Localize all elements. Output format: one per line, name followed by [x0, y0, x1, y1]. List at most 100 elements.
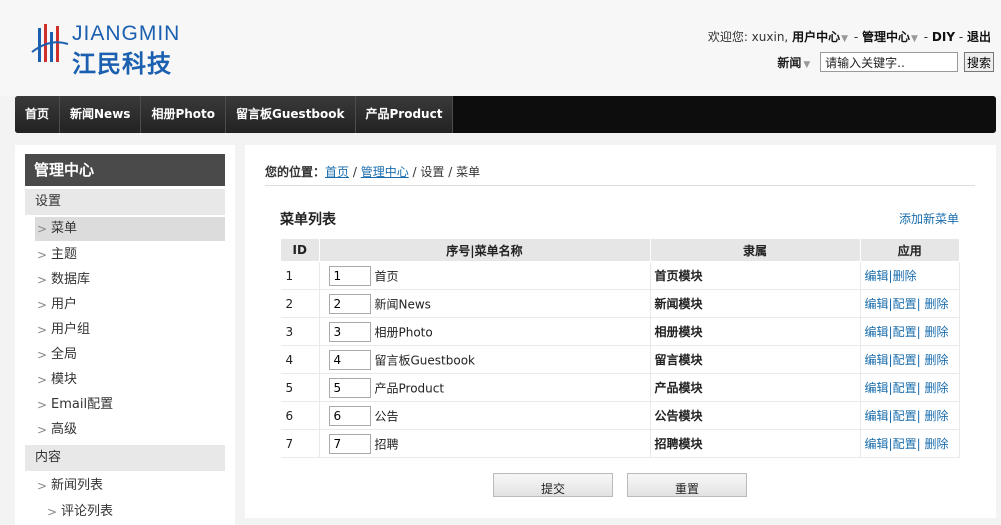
nav-item-photo[interactable]: 相册Photo: [141, 96, 227, 133]
order-input[interactable]: [328, 377, 371, 398]
nav-item-product[interactable]: 产品Product: [355, 96, 454, 133]
reset-button[interactable]: 重置: [627, 473, 747, 497]
row-id: 2: [280, 289, 320, 318]
breadcrumb: 您的位置：首页 / 管理中心 / 设置 / 菜单: [265, 163, 975, 186]
table-row: 1 首页 首页模块 编辑|删除: [280, 261, 960, 290]
sidebar-item-label: 模块: [51, 372, 78, 387]
sidebar-section-settings[interactable]: 设置: [25, 189, 225, 215]
logout-link[interactable]: 退出: [967, 30, 991, 44]
sidebar-item-theme[interactable]: > 主题: [35, 243, 225, 267]
chevron-right-icon: >: [37, 373, 48, 387]
edit-link[interactable]: 编辑: [865, 269, 889, 283]
chevron-right-icon: >: [37, 222, 48, 236]
order-input[interactable]: [328, 265, 371, 286]
manage-center-link[interactable]: 管理中心: [862, 30, 910, 44]
config-link[interactable]: 配置: [893, 437, 917, 451]
sidebar-item-menu[interactable]: > 菜单: [35, 217, 225, 241]
delete-link[interactable]: 删除: [924, 381, 948, 395]
breadcrumb-current: 菜单: [456, 165, 481, 179]
chevron-right-icon: >: [37, 479, 48, 493]
panel-title: 菜单列表: [280, 212, 336, 228]
breadcrumb-label: 您的位置：: [265, 165, 326, 179]
col-header-order-name: 序号|菜单名称: [318, 238, 651, 262]
sidebar-item-modules[interactable]: > 模块: [35, 368, 225, 392]
nav-item-guestbook[interactable]: 留言板Guestbook: [226, 96, 356, 133]
edit-link[interactable]: 编辑: [865, 297, 889, 311]
edit-link[interactable]: 编辑: [865, 325, 889, 339]
submit-button[interactable]: 提交: [493, 473, 613, 497]
row-id: 1: [280, 261, 320, 290]
delete-link[interactable]: 删除: [924, 353, 948, 367]
order-input[interactable]: [328, 433, 371, 454]
chevron-right-icon: >: [37, 348, 48, 362]
chevron-down-icon[interactable]: ▼: [911, 34, 918, 44]
sidebar-item-label: 菜单: [51, 221, 78, 236]
sidebar-item-news-list[interactable]: > 新闻列表: [35, 474, 225, 498]
sidebar-item-label: 新闻列表: [51, 478, 104, 493]
chevron-right-icon: >: [37, 273, 48, 287]
main-content: 您的位置：首页 / 管理中心 / 设置 / 菜单 菜单列表 添加新菜单 ID 序…: [245, 145, 996, 518]
config-link[interactable]: 配置: [893, 409, 917, 423]
edit-link[interactable]: 编辑: [865, 381, 889, 395]
chevron-right-icon: >: [37, 298, 48, 312]
sidebar-item-advanced[interactable]: > 高级: [35, 418, 225, 442]
config-link[interactable]: 配置: [893, 297, 917, 311]
nav-item-news[interactable]: 新闻News: [60, 96, 142, 133]
diy-link[interactable]: DIY: [932, 30, 955, 44]
logo-bars-icon: [31, 24, 69, 62]
search-input[interactable]: [820, 52, 959, 72]
edit-link[interactable]: 编辑: [865, 437, 889, 451]
main-nav: 首页 新闻News 相册Photo 留言板Guestbook 产品Product: [15, 96, 996, 133]
breadcrumb-settings: 设置: [420, 165, 445, 179]
order-input[interactable]: [328, 321, 371, 342]
order-input[interactable]: [328, 405, 371, 426]
table-row: 3 相册Photo 相册模块 编辑|配置| 删除: [280, 317, 960, 346]
nav-item-home[interactable]: 首页: [15, 96, 61, 133]
config-link[interactable]: 配置: [893, 325, 917, 339]
user-center-link[interactable]: 用户中心: [792, 30, 840, 44]
delete-link[interactable]: 删除: [924, 409, 948, 423]
sidebar-item-user-groups[interactable]: > 用户组: [35, 318, 225, 342]
module-name: 留言模块: [650, 345, 861, 374]
delete-link[interactable]: 删除: [924, 325, 948, 339]
sidebar-item-global[interactable]: > 全局: [35, 343, 225, 367]
sidebar-item-users[interactable]: > 用户: [35, 293, 225, 317]
menu-name: 留言板Guestbook: [374, 353, 476, 367]
delete-link[interactable]: 删除: [924, 437, 948, 451]
row-id: 6: [280, 401, 320, 430]
col-header-id: ID: [280, 238, 320, 262]
sidebar-section-content[interactable]: 内容: [25, 445, 225, 471]
table-row: 6 公告 公告模块 编辑|配置| 删除: [280, 401, 960, 430]
add-menu-link[interactable]: 添加新菜单: [899, 210, 959, 227]
search-button[interactable]: 搜索: [963, 52, 994, 72]
sidebar-item-label: 主题: [51, 247, 78, 262]
order-input[interactable]: [328, 349, 371, 370]
config-link[interactable]: 配置: [893, 353, 917, 367]
logo-text-cn: 江民科技: [72, 50, 172, 78]
edit-link[interactable]: 编辑: [865, 353, 889, 367]
sidebar-item-label: 高级: [51, 422, 78, 437]
search-category-select[interactable]: 新闻 ▼: [777, 56, 810, 70]
delete-link[interactable]: 删除: [924, 297, 948, 311]
sidebar: 管理中心 设置 > 菜单 > 主题 > 数据库 > 用户 > 用户组 > 全局 > 模块 > E…: [15, 145, 235, 525]
sidebar-item-label: 全局: [51, 347, 78, 362]
edit-link[interactable]: 编辑: [865, 409, 889, 423]
sidebar-item-email-config[interactable]: > Email配置: [35, 393, 225, 417]
sidebar-item-label: 用户: [51, 297, 78, 312]
breadcrumb-home-link[interactable]: 首页: [325, 165, 349, 179]
header: JIANGMIN 江民科技 欢迎您: xuxin, 用户中心▼ - 管理中心▼ …: [0, 0, 1001, 96]
user-bar: 欢迎您: xuxin, 用户中心▼ - 管理中心▼ - DIY - 退出: [707, 30, 991, 44]
jiangmin-logo[interactable]: JIANGMIN 江民科技: [30, 22, 210, 78]
config-link[interactable]: 配置: [893, 381, 917, 395]
sidebar-item-comment-list[interactable]: > 评论列表: [45, 500, 225, 524]
order-input[interactable]: [328, 293, 371, 314]
row-id: 5: [280, 373, 320, 402]
module-name: 招聘模块: [650, 429, 861, 458]
chevron-down-icon[interactable]: ▼: [841, 34, 848, 44]
welcome-text: 欢迎您: xuxin,: [707, 30, 789, 44]
sidebar-item-database[interactable]: > 数据库: [35, 268, 225, 292]
module-name: 产品模块: [650, 373, 861, 402]
table-header-row: ID 序号|菜单名称 隶属 应用: [280, 238, 960, 262]
breadcrumb-manage-link[interactable]: 管理中心: [361, 165, 409, 179]
delete-link[interactable]: 删除: [893, 269, 917, 283]
